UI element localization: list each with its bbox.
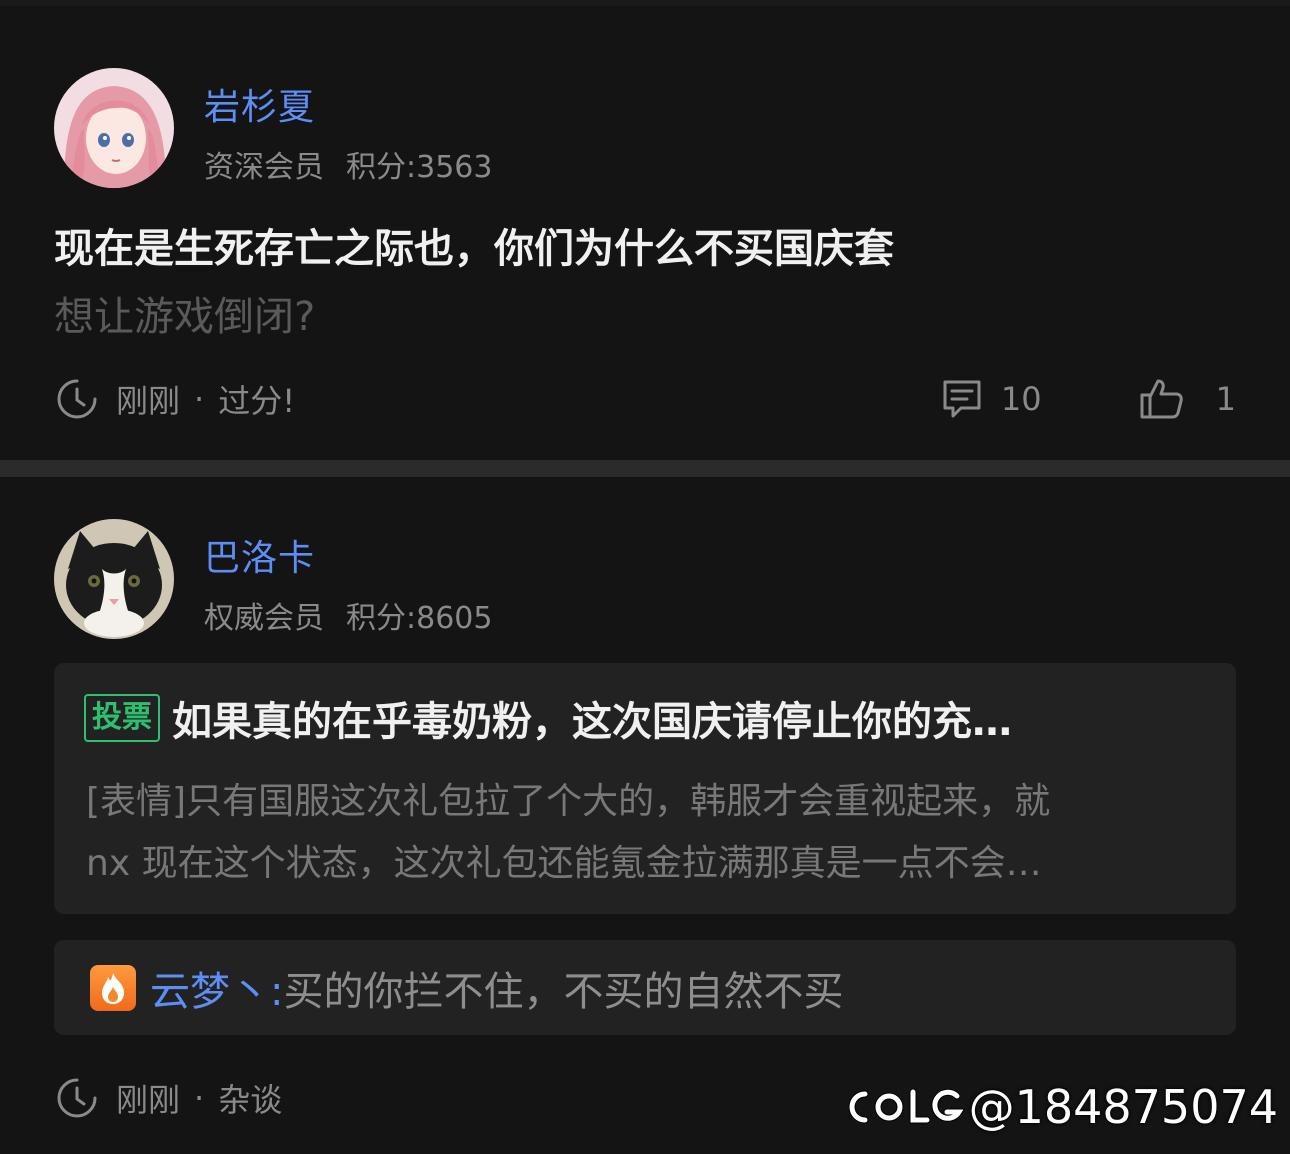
vote-title-row: 投票 如果真的在乎毒奶粉，这次国庆请停止你的充…: [84, 689, 1012, 747]
vote-excerpt-line: nx 现在这个状态，这次礼包还能氪金拉满那真是一点不会…: [86, 843, 1042, 884]
post-time: 刚刚: [116, 1081, 181, 1119]
clock-icon: [57, 1078, 97, 1118]
user-meta: 权威会员 积分:8605: [204, 593, 492, 637]
member-rank: 资深会员: [204, 150, 324, 185]
username[interactable]: 巴洛卡: [204, 529, 315, 581]
post-divider: [0, 460, 1290, 477]
post-category[interactable]: 过分!: [218, 376, 295, 422]
post-excerpt[interactable]: 想让游戏倒闭?: [54, 284, 315, 342]
post-card[interactable]: 岩杉夏 资深会员 积分:3563 现在是生死存亡之际也，你们为什么不买国庆套 想让…: [0, 6, 1290, 460]
user-points: 积分:3563: [346, 150, 493, 185]
username[interactable]: 岩杉夏: [204, 78, 315, 130]
vote-excerpt[interactable]: [表情]只有国服这次礼包拉了个大的，韩服才会重视起来，就 nx 现在这个状态，这…: [86, 771, 1206, 895]
cat-avatar-icon: [54, 519, 174, 639]
post-time: 刚刚: [116, 382, 181, 420]
hot-reply[interactable]: 云梦丶: 买的你拦不住，不买的自然不买: [54, 940, 1236, 1035]
fire-icon: [90, 964, 136, 1011]
vote-badge: 投票: [84, 694, 160, 742]
watermark-handle: @184875074: [968, 1080, 1278, 1134]
like-count[interactable]: 1: [1216, 380, 1236, 418]
watermark: @184875074: [839, 1080, 1278, 1134]
clock-icon: [57, 379, 97, 419]
colg-logo: [848, 1088, 965, 1124]
post-card[interactable]: 巴洛卡 权威会员 积分:8605 投票 如果真的在乎毒奶粉，这次国庆请停止你的充……: [0, 477, 1290, 1154]
user-points: 积分:8605: [346, 601, 493, 636]
comment-icon[interactable]: [939, 376, 985, 422]
vote-card[interactable]: 投票 如果真的在乎毒奶粉，这次国庆请停止你的充… [表情]只有国服这次礼包拉了个…: [54, 663, 1236, 914]
vote-excerpt-line: [表情]只有国服这次礼包拉了个大的，韩服才会重视起来，就: [86, 781, 1051, 822]
avatar[interactable]: [54, 519, 174, 639]
reply-text: 买的你拦不住，不买的自然不买: [283, 968, 844, 1015]
comment-count[interactable]: 10: [1001, 380, 1042, 418]
separator-dot: ·: [194, 1079, 205, 1117]
member-rank: 权威会员: [204, 601, 324, 636]
separator-dot: ·: [194, 380, 205, 418]
user-meta: 资深会员 积分:3563: [204, 142, 492, 186]
thumbs-up-icon[interactable]: [1138, 375, 1186, 423]
anime-girl-avatar-icon: [54, 68, 174, 188]
post-title[interactable]: 现在是生死存亡之际也，你们为什么不买国庆套: [54, 216, 894, 274]
vote-title[interactable]: 如果真的在乎毒奶粉，这次国庆请停止你的充…: [172, 689, 1012, 747]
reply-username[interactable]: 云梦丶:: [150, 959, 283, 1017]
post-category[interactable]: 杂谈: [218, 1075, 282, 1121]
post-footer: 刚刚 · 过分! 10 1: [54, 374, 1236, 424]
avatar[interactable]: [54, 68, 174, 188]
post-actions: 10 1: [939, 374, 1236, 424]
